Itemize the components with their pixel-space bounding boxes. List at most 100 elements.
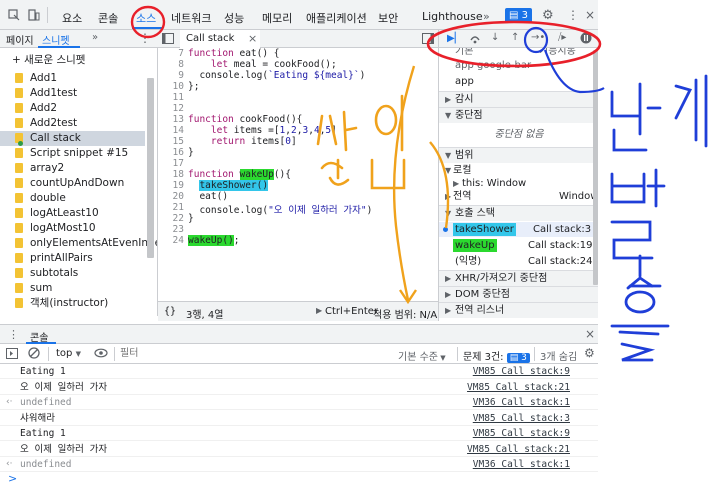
console-prompt-icon[interactable]: > — [8, 472, 17, 485]
console-source-link[interactable]: VM36 Call stack:1 — [473, 395, 570, 410]
snippet-file-item[interactable]: Add2 — [0, 101, 145, 116]
pretty-print-button[interactable]: {} — [164, 306, 176, 317]
navigator-scrollbar[interactable] — [147, 78, 154, 258]
dom-breakpoints-section[interactable]: ▶ DOM 중단점 — [439, 286, 598, 302]
issues-badge[interactable]: ▤ 3 — [505, 8, 533, 23]
step-out-icon[interactable]: ↑ — [511, 32, 519, 43]
pause-on-exceptions-icon[interactable] — [580, 32, 592, 44]
call-stack-section[interactable]: ▼ 호출 스택 — [439, 205, 598, 221]
settings-gear-icon[interactable]: ⚙ — [542, 8, 554, 23]
line-number[interactable]: 19 — [158, 180, 184, 191]
scope-app-row[interactable]: app — [439, 74, 598, 89]
console-filter-input[interactable] — [120, 346, 390, 361]
line-number[interactable]: 23 — [158, 224, 184, 235]
line-number[interactable]: 8 — [158, 59, 184, 70]
console-source-link[interactable]: VM85 Call stack:3 — [473, 411, 570, 426]
tab-elements[interactable]: 요소 — [62, 10, 82, 26]
close-tab-icon[interactable]: × — [248, 32, 257, 45]
tab-snippets[interactable]: 스니펫 — [42, 32, 70, 47]
console-settings-gear-icon[interactable]: ⚙ — [584, 346, 595, 360]
tab-performance[interactable]: 성능 — [224, 10, 244, 26]
step-icon[interactable]: →• — [531, 32, 545, 43]
call-frame-row[interactable]: (익명) Call stack:24 — [439, 254, 598, 269]
console-source-link[interactable]: VM85 Call stack:9 — [473, 364, 570, 379]
editor-tab-call-stack[interactable]: Call stack × — [180, 30, 260, 48]
toggle-navigator-icon[interactable] — [162, 33, 174, 44]
snippet-file-item[interactable]: Script snippet #15 — [0, 146, 145, 161]
line-number[interactable]: 18 — [158, 169, 184, 180]
xhr-breakpoints-section[interactable]: ▶ XHR/가져오기 중단점 — [439, 270, 598, 286]
global-scope-row[interactable]: ▶ 전역 Window — [439, 189, 598, 204]
snippet-file-item[interactable]: countUpAndDown — [0, 176, 145, 191]
tab-memory[interactable]: 메모리 — [262, 10, 292, 26]
run-icon[interactable]: ▶ — [316, 306, 322, 315]
snippet-file-item[interactable]: onlyElementsAtEvenIndex — [0, 236, 157, 251]
clear-console-icon[interactable] — [28, 347, 40, 359]
snippet-file-item[interactable]: Add2test — [0, 116, 145, 131]
inspect-element-icon[interactable] — [8, 9, 20, 21]
line-number[interactable]: 16 — [158, 147, 184, 158]
tab-sources[interactable]: 소스 — [136, 10, 156, 26]
drawer-menu-icon[interactable]: ⋮ — [8, 328, 19, 341]
call-frame-row[interactable]: takeShower Call stack:3 — [439, 222, 598, 237]
close-drawer-icon[interactable]: × — [585, 327, 595, 341]
tab-security[interactable]: 보안 — [378, 10, 398, 26]
console-source-link[interactable]: VM85 Call stack:21 — [467, 380, 570, 395]
line-number[interactable]: 7 — [158, 48, 184, 59]
snippet-file-item[interactable]: double — [0, 191, 145, 206]
run-shortcut[interactable]: Ctrl+Enter — [325, 306, 378, 317]
tab-lighthouse[interactable]: Lighthouse — [422, 10, 483, 23]
console-source-link[interactable]: VM85 Call stack:9 — [473, 426, 570, 441]
tab-page[interactable]: 페이지 — [6, 32, 34, 47]
more-options-icon[interactable]: ⋮ — [567, 8, 579, 22]
navigator-menu-icon[interactable]: ⋮ — [139, 31, 151, 45]
log-levels-dropdown[interactable]: 기본 수준 ▼ — [398, 348, 446, 363]
snippet-file-item[interactable]: Call stack — [0, 131, 145, 146]
snippet-file-item[interactable]: printAllPairs — [0, 251, 145, 266]
snippet-file-item[interactable]: 객체(instructor) — [0, 296, 145, 311]
breakpoints-section[interactable]: ▼ 중단점 — [439, 107, 598, 123]
deactivate-breakpoints-icon[interactable]: ⧸▸ — [558, 32, 566, 43]
snippet-file-item[interactable]: subtotals — [0, 266, 145, 281]
line-number[interactable]: 17 — [158, 158, 184, 169]
line-number[interactable]: 11 — [158, 92, 184, 103]
step-into-icon[interactable]: ↓ — [491, 32, 499, 43]
device-toolbar-icon[interactable] — [28, 9, 40, 21]
show-sidebar-icon[interactable] — [6, 348, 18, 359]
call-frame-row[interactable]: wakeUp Call stack:19 — [439, 238, 598, 253]
issues-button[interactable]: 문제 3건: ▤ 3 — [463, 348, 530, 363]
snippet-file-item[interactable]: array2 — [0, 161, 145, 176]
watch-section[interactable]: ▶ 감시 — [439, 91, 598, 107]
snippet-file-item[interactable]: logAtLeast10 — [0, 206, 145, 221]
navigator-more-button[interactable]: » — [92, 32, 98, 43]
line-number[interactable]: 15 — [158, 136, 184, 147]
debugger-scrollbar[interactable] — [593, 50, 598, 285]
toggle-debugger-icon[interactable] — [422, 33, 434, 44]
code-editor[interactable]: 7 8 9 10 11 12 13 14 15 16 17 18 19 20 21 22 23 24 functi… — [158, 48, 438, 301]
line-number[interactable]: 20 — [158, 191, 184, 202]
live-expression-eye-icon[interactable] — [94, 347, 108, 359]
line-number[interactable]: 14 — [158, 125, 184, 136]
line-number[interactable]: 10 — [158, 81, 184, 92]
context-selector[interactable]: top ▼ — [56, 348, 81, 359]
line-number[interactable]: 9 — [158, 70, 184, 81]
step-over-icon[interactable] — [469, 33, 481, 44]
tab-application[interactable]: 애플리케이션 — [306, 10, 367, 26]
more-tabs-button[interactable]: » — [483, 10, 490, 23]
line-number[interactable]: 24 — [158, 235, 184, 246]
tab-network[interactable]: 네트워크 — [171, 10, 211, 26]
snippet-file-item[interactable]: Add1test — [0, 86, 145, 101]
snippet-file-item[interactable]: Add1 — [0, 71, 145, 86]
new-snippet-button[interactable]: + 새로운 스니펫 — [12, 52, 85, 67]
tab-console[interactable]: 콘솔 — [98, 10, 118, 26]
line-number[interactable]: 13 — [158, 114, 184, 125]
console-source-link[interactable]: VM85 Call stack:21 — [467, 442, 570, 457]
resume-icon[interactable]: ▶▏ — [447, 33, 462, 44]
snippet-file-item[interactable]: logAtMost10 — [0, 221, 145, 236]
snippet-file-item[interactable]: sum — [0, 281, 145, 296]
close-devtools-icon[interactable]: × — [585, 8, 595, 22]
console-source-link[interactable]: VM36 Call stack:1 — [473, 457, 570, 472]
line-number[interactable]: 12 — [158, 103, 184, 114]
line-number[interactable]: 21 — [158, 202, 184, 213]
global-listeners-section[interactable]: ▶ 전역 리스너 — [439, 302, 598, 318]
